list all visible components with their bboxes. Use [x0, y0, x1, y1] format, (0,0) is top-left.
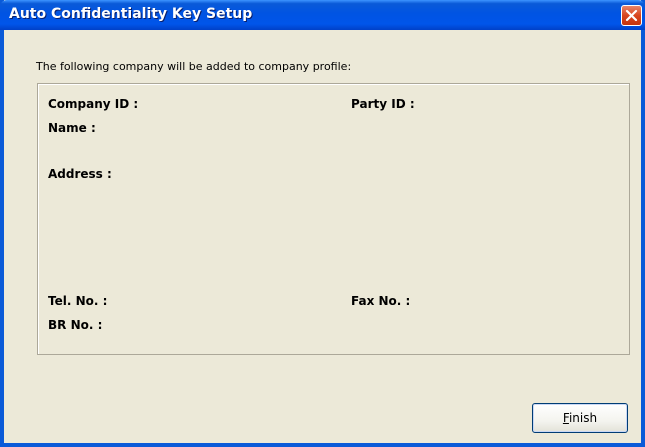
party-id-label: Party ID : — [351, 97, 415, 111]
window-title: Auto Confidentiality Key Setup — [9, 6, 253, 22]
dialog-window: Auto Confidentiality Key Setup The follo… — [0, 0, 645, 447]
address-label: Address : — [48, 167, 112, 181]
br-no-label: BR No. : — [48, 318, 103, 332]
title-bar[interactable]: Auto Confidentiality Key Setup — [0, 0, 645, 30]
company-id-label: Company ID : — [48, 97, 139, 111]
name-label: Name : — [48, 121, 96, 135]
fax-no-label: Fax No. : — [351, 294, 411, 308]
intro-text: The following company will be added to c… — [36, 60, 352, 73]
close-icon — [625, 9, 638, 22]
tel-no-label: Tel. No. : — [48, 294, 108, 308]
close-button[interactable] — [621, 5, 642, 26]
finish-label-rest: inish — [568, 410, 598, 425]
company-details-panel — [37, 83, 630, 355]
finish-button[interactable]: Finish — [532, 403, 628, 433]
